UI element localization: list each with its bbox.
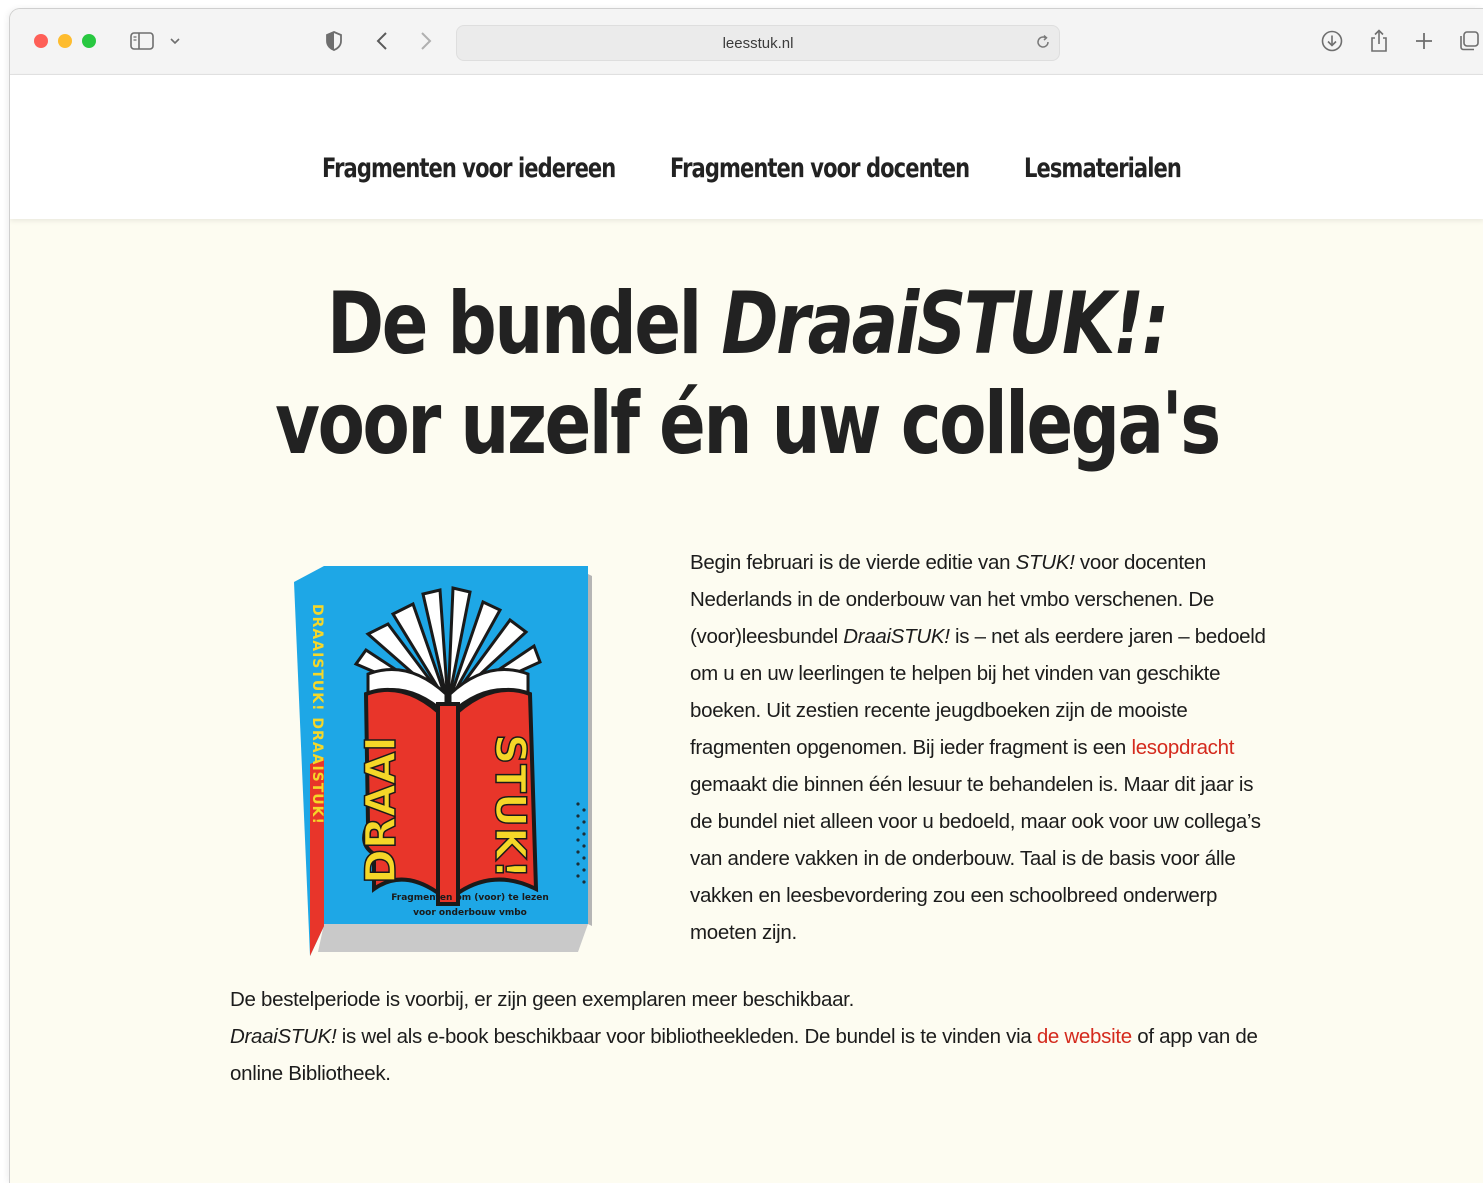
intro-stuk-title: STUK! [1015, 551, 1075, 574]
nav-item-lesmaterialen[interactable]: Lesmaterialen [1024, 153, 1182, 184]
nav-item-fragmenten-iedereen[interactable]: Fragmenten voor iedereen [322, 153, 616, 184]
forward-icon[interactable] [416, 29, 436, 53]
privacy-shield-icon[interactable] [323, 29, 345, 53]
book-cover-image: DRAAISTUK! DRAAISTUK! DRAAI STUK! Fragme… [294, 566, 592, 956]
book-spine-text: DRAAISTUK! DRAAISTUK! [309, 604, 325, 825]
sidebar-icon[interactable] [129, 29, 155, 53]
ebook-book-title: DraaiSTUK! [230, 1025, 337, 1048]
close-window-button[interactable] [34, 34, 48, 48]
zoom-window-button[interactable] [82, 34, 96, 48]
page-title: De bundel DraaiSTUK!: voor uzelf én uw c… [10, 274, 1483, 474]
nav-item-fragmenten-docenten[interactable]: Fragmenten voor docenten [670, 153, 970, 184]
address-bar[interactable]: leesstuk.nl [456, 25, 1060, 61]
intro-draaistuk-title: DraaiSTUK! [843, 625, 950, 648]
page-title-book-name: DraaiSTUK!: [721, 274, 1169, 374]
page-title-prefix: De bundel [326, 274, 722, 374]
minimize-window-button[interactable] [58, 34, 72, 48]
intro-paragraph: Begin februari is de vierde editie van S… [690, 544, 1280, 951]
de-website-link[interactable]: de website [1037, 1025, 1132, 1048]
book-cover-subtitle-2: voor onderbouw vmbo [413, 908, 527, 918]
page-title-line-2: voor uzelf én uw collega's [275, 374, 1221, 474]
intro-text-4: gemaakt die binnen één lesuur te behande… [690, 773, 1261, 944]
main-navigation: Fragmenten voor iedereen Fragmenten voor… [10, 153, 1483, 193]
book-cover-title-left: DRAAI [356, 736, 405, 884]
intro-text-1: Begin februari is de vierde editie van [690, 551, 1016, 574]
page-title-line-1: De bundel DraaiSTUK!: [157, 274, 1336, 374]
browser-toolbar: leesstuk.nl [10, 9, 1483, 75]
browser-window: leesstuk.nl Fragmenten voor iedereen Fra… [9, 8, 1483, 1183]
ebook-text: is wel als e-book beschikbaar voor bibli… [336, 1025, 1037, 1048]
order-info: De bestelperiode is voorbij, er zijn gee… [230, 981, 1290, 1092]
reload-icon[interactable] [1035, 34, 1051, 55]
share-icon[interactable] [1367, 29, 1391, 53]
ebook-info-text: DraaiSTUK! is wel als e-book beschikbaar… [230, 1018, 1290, 1092]
back-icon[interactable] [372, 29, 392, 53]
order-closed-text: De bestelperiode is voorbij, er zijn gee… [230, 988, 854, 1011]
address-url: leesstuk.nl [722, 34, 794, 52]
book-cover-title-right: STUK! [486, 734, 535, 879]
new-tab-icon[interactable] [1412, 29, 1436, 53]
chevron-down-icon[interactable] [168, 29, 182, 53]
tab-overview-icon[interactable] [1457, 29, 1481, 53]
book-cover-subtitle-1: Fragmenten om (voor) te lezen [391, 893, 549, 903]
site-header: Fragmenten voor iedereen Fragmenten voor… [10, 75, 1483, 219]
lesopdracht-link[interactable]: lesopdracht [1131, 736, 1234, 759]
book-spine: DRAAISTUK! DRAAISTUK! [309, 604, 325, 825]
download-icon[interactable] [1320, 29, 1344, 53]
